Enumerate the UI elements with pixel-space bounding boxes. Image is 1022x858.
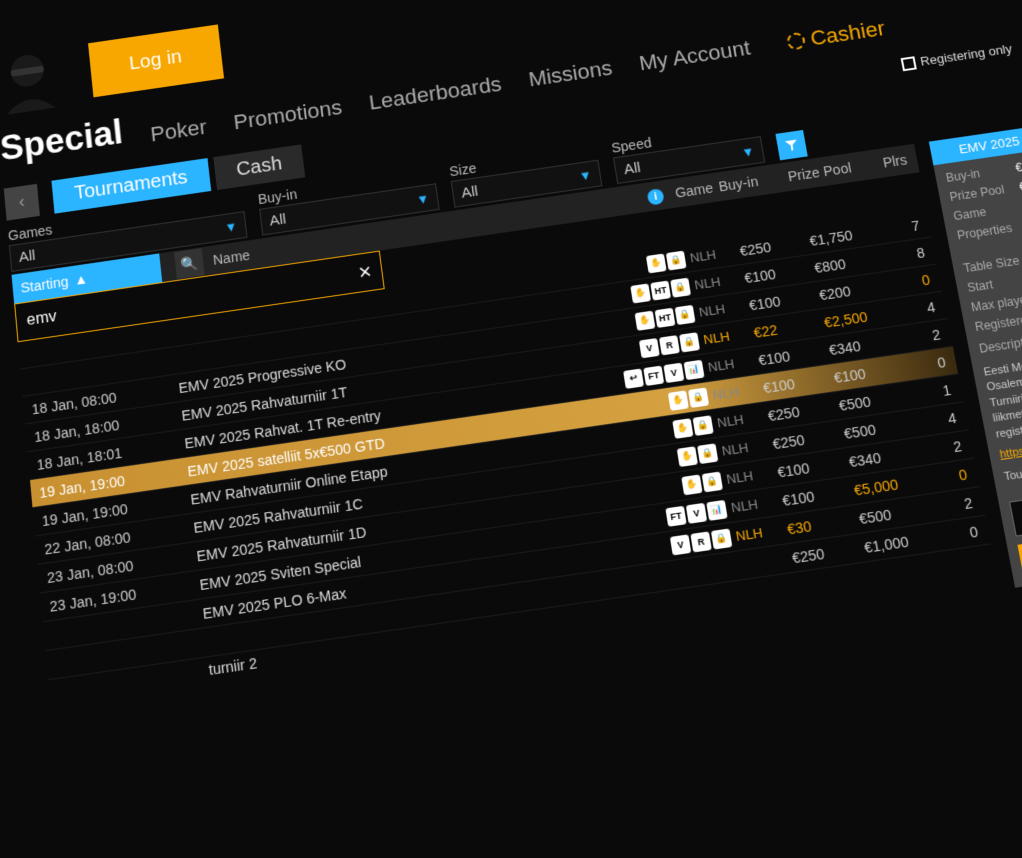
property-icon: 🔒 — [702, 471, 723, 492]
property-icon: 🔒 — [679, 332, 700, 352]
property-icon: ✋ — [646, 253, 667, 273]
property-icon: HT — [655, 307, 676, 327]
row-players: 1 — [919, 380, 963, 402]
nav-leaderboards[interactable]: Leaderboards — [368, 72, 504, 115]
row-buyin: €100 — [743, 260, 816, 286]
user-avatar[interactable] — [0, 42, 65, 116]
property-icon: 📊 — [706, 499, 727, 520]
row-buyin: €30 — [786, 510, 861, 537]
property-icon: 🔒 — [670, 277, 691, 297]
col-players[interactable]: Plrs — [866, 152, 908, 173]
nav-poker[interactable]: Poker — [149, 115, 208, 147]
property-icon: ✋ — [672, 418, 693, 439]
property-icon: V — [663, 362, 684, 382]
row-game: NLH — [716, 408, 769, 430]
row-game: NLH — [707, 353, 760, 375]
property-icon: 🔒 — [711, 528, 732, 549]
row-game: NLH — [702, 325, 755, 347]
row-players: 0 — [945, 521, 989, 543]
col-buyin[interactable]: Buy-in — [718, 169, 790, 194]
property-icon: V — [639, 338, 660, 358]
filter-icon[interactable] — [775, 130, 807, 160]
nav-missions[interactable]: Missions — [527, 56, 614, 92]
row-game: NLH — [721, 436, 774, 458]
row-buyin: €250 — [771, 425, 845, 451]
row-buyin: €100 — [748, 287, 821, 313]
row-players: 7 — [888, 216, 931, 237]
property-icon: FT — [643, 365, 664, 385]
property-icon: V — [670, 534, 691, 555]
close-icon[interactable]: × — [357, 259, 373, 286]
row-buyin: €250 — [791, 539, 866, 566]
row-buyin: €22 — [752, 315, 825, 341]
property-icon: 🔒 — [697, 443, 718, 464]
row-buyin: €250 — [767, 397, 841, 423]
row-game — [741, 558, 792, 565]
sort-asc-icon: ▲ — [73, 271, 88, 288]
row-players: 0 — [898, 270, 941, 291]
row-players: 2 — [908, 324, 951, 346]
property-icon: ✋ — [677, 446, 698, 467]
row-buyin: €100 — [776, 454, 850, 480]
row-game: NLH — [693, 271, 745, 293]
property-icon: 🔒 — [688, 387, 709, 408]
nav-cashier[interactable]: Cashier — [785, 16, 887, 54]
property-icon: ✋ — [681, 474, 702, 495]
property-icon: V — [686, 502, 707, 523]
detail-field-key: Game — [952, 200, 1022, 224]
property-icon: 🔒 — [666, 250, 687, 270]
property-icon: ✋ — [668, 390, 689, 411]
property-icon: 🔒 — [675, 304, 696, 324]
row-game: NLH — [689, 244, 741, 266]
property-icon: 🔒 — [692, 415, 713, 436]
chevron-down-icon: ▼ — [224, 219, 238, 235]
row-players: 2 — [929, 436, 973, 458]
col-game[interactable]: Game — [668, 179, 720, 201]
property-icon: 📊 — [683, 359, 704, 379]
nav-my-account[interactable]: My Account — [637, 36, 752, 76]
row-game: NLH — [735, 521, 789, 544]
property-icon: FT — [665, 505, 686, 526]
property-icon: R — [690, 531, 711, 552]
row-players: 8 — [893, 243, 936, 264]
chevron-down-icon: ▼ — [415, 191, 430, 207]
login-button[interactable]: Log in — [88, 24, 224, 97]
nav-promotions[interactable]: Promotions — [232, 95, 343, 135]
row-players: 4 — [924, 408, 968, 430]
property-icon: R — [659, 335, 680, 355]
col-prize[interactable]: Prize Pool — [787, 158, 869, 185]
tab-cash[interactable]: Cash — [213, 144, 306, 190]
row-players: 0 — [934, 464, 978, 486]
detail-field-key: Properties — [956, 219, 1022, 256]
row-buyin: €250 — [739, 233, 811, 259]
detail-field-key: Start — [966, 271, 1022, 295]
detail-field-key: Registered — [974, 310, 1022, 334]
row-buyin: €100 — [781, 482, 856, 509]
row-game: NLH — [698, 298, 751, 320]
back-button[interactable]: ‹ — [4, 183, 40, 220]
row-buyin: €100 — [757, 342, 830, 368]
chevron-down-icon: ▼ — [740, 144, 755, 160]
search-icon[interactable]: 🔍 — [174, 248, 205, 279]
property-icon: ✋ — [635, 310, 656, 330]
property-icon: ↩ — [623, 368, 644, 388]
row-game: NLH — [725, 464, 779, 487]
row-players: 0 — [913, 352, 956, 374]
detail-description: Eesti Meistrivõistlused 2025 (live). Osa… — [983, 341, 1022, 443]
chip-icon — [786, 32, 807, 51]
row-buyin: €100 — [762, 370, 836, 396]
property-icon: ✋ — [630, 283, 651, 303]
chevron-down-icon: ▼ — [578, 167, 593, 183]
detail-field-key: Table Size — [962, 252, 1022, 276]
info-icon[interactable]: i — [647, 188, 665, 206]
row-game: NLH — [730, 493, 784, 516]
row-players: 4 — [903, 297, 946, 318]
row-game: NLH — [711, 380, 764, 402]
detail-field-key: Max players — [970, 291, 1022, 315]
property-icon: HT — [650, 280, 671, 300]
row-players: 2 — [940, 493, 984, 515]
